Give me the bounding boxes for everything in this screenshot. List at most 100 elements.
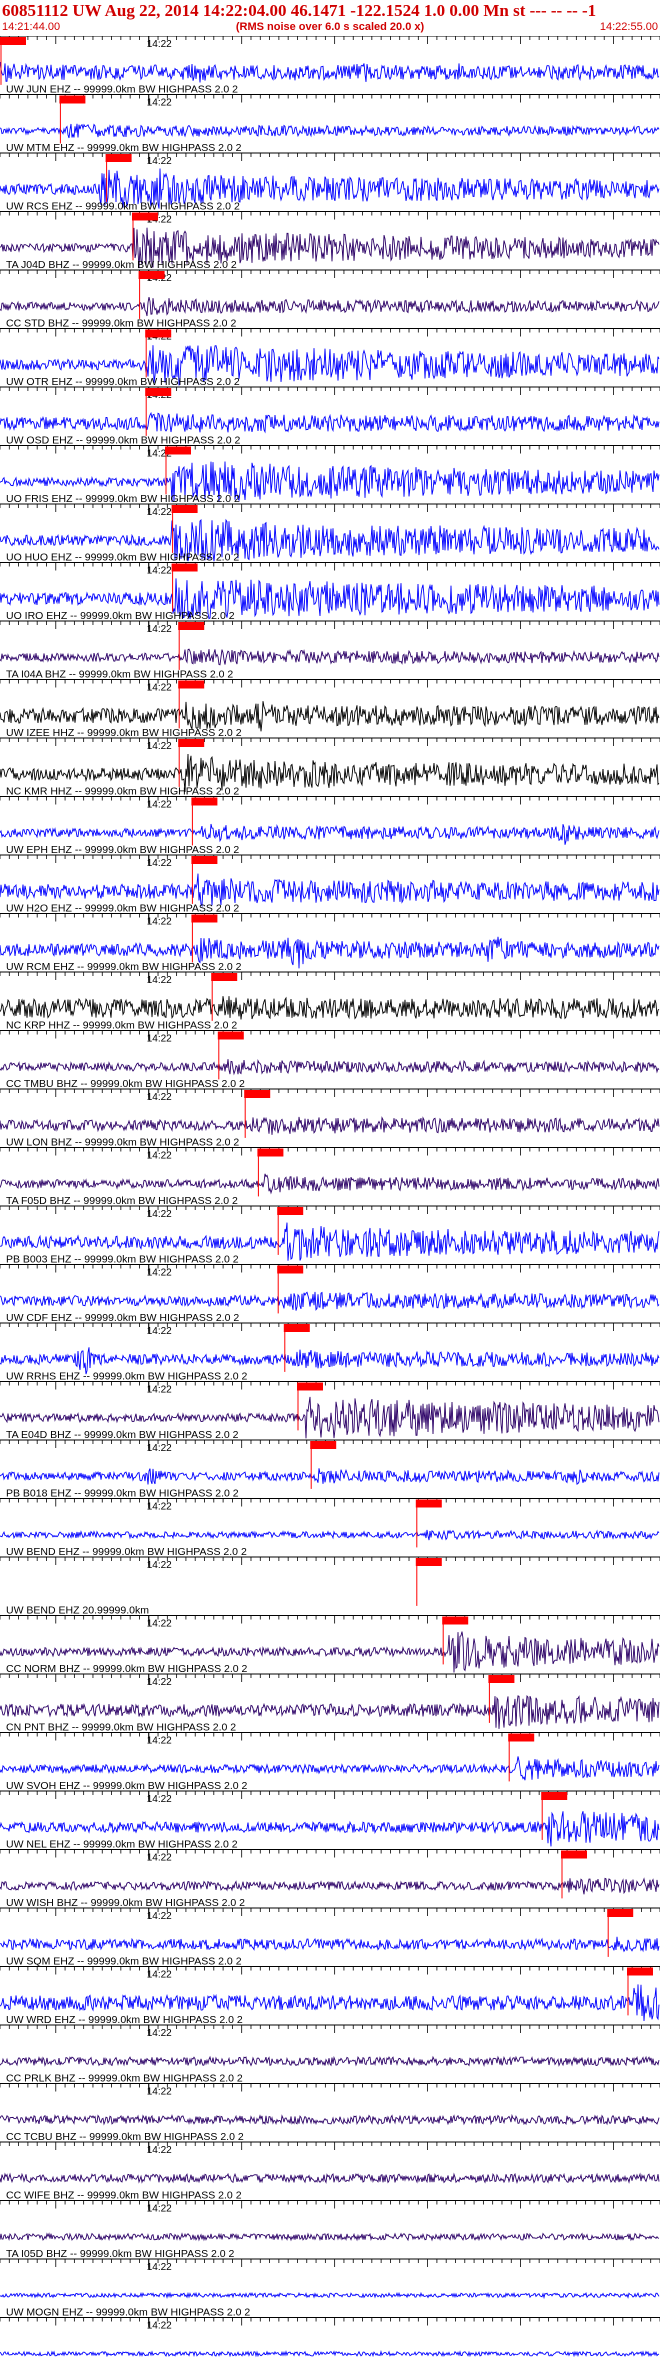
station-label: UW WRD EHZ -- 99999.0km BW HIGHPASS 2.0 … xyxy=(6,2014,243,2026)
scale-note: (RMS noise over 6.0 s scaled 20.0 x) xyxy=(235,21,425,33)
station-label: UW H2O EHZ -- 99999.0km BW HIGHPASS 2.0 … xyxy=(6,903,239,915)
station-label: PB B018 EHZ -- 99999.0km BW HIGHPASS 2.0… xyxy=(6,1488,239,1500)
pick-flag xyxy=(488,1675,515,1683)
minute-label: 14:22 xyxy=(147,1619,172,1630)
end-time: 14:22:55.00 xyxy=(599,21,658,33)
minute-label: 14:22 xyxy=(147,1970,172,1981)
waveform-trace xyxy=(0,2350,660,2358)
station-label: UW LON BHZ -- 99999.0km BW HIGHPASS 2.0 … xyxy=(6,1137,239,1149)
waveform-trace xyxy=(0,296,660,317)
minute-label: 14:22 xyxy=(147,39,172,50)
station-label: UW WISH BHZ -- 99999.0km BW HIGHPASS 2.0… xyxy=(6,1897,245,1909)
waveform-trace xyxy=(0,1116,660,1135)
pick-flag xyxy=(178,739,205,747)
station-label: CC PRLK BHZ -- 99999.0km BW HIGHPASS 2.0… xyxy=(6,2073,243,2085)
minute-label: 14:22 xyxy=(147,1209,172,1220)
pick-flag xyxy=(627,1967,653,1976)
station-label: CC WIFE BHZ -- 99999.0km BW HIGHPASS 2.0… xyxy=(6,2190,242,2202)
pick-flag xyxy=(165,446,191,455)
station-label: UW SQM EHZ -- 99999.0km BW HIGHPASS 2.0 … xyxy=(6,1956,242,1968)
pick-flag xyxy=(59,95,86,104)
minute-label: 14:22 xyxy=(147,507,172,518)
pick-flag xyxy=(257,1148,284,1157)
station-label: UW RCM EHZ -- 99999.0km BW HIGHPASS 2.0 … xyxy=(6,961,242,973)
minute-label: 14:22 xyxy=(147,2145,172,2156)
waveform-trace xyxy=(0,823,660,845)
waveform-trace xyxy=(0,2291,660,2300)
pick-flag xyxy=(171,563,198,572)
waveform-trace xyxy=(0,1468,660,1485)
pick-flag xyxy=(508,1733,535,1742)
station-label: TA J04D BHZ -- 99999.0km BW HIGHPASS 2.0… xyxy=(6,259,237,271)
waveform-trace xyxy=(0,996,660,1020)
minute-label: 14:22 xyxy=(147,1268,172,1279)
station-label: UW NEL EHZ -- 99999.0km BW HIGHPASS 2.0 … xyxy=(6,1839,238,1851)
waveform-trace xyxy=(0,1936,660,1953)
minute-label: 14:22 xyxy=(147,1677,172,1688)
pick-flag xyxy=(105,154,132,162)
waveform-trace xyxy=(0,1529,660,1541)
waveform-trace xyxy=(0,61,660,83)
minute-label: 14:22 xyxy=(147,1502,172,1513)
station-label: UW IZEE HHZ -- 99999.0km BW HIGHPASS 2.0… xyxy=(6,727,242,739)
pick-flag xyxy=(178,680,205,689)
minute-label: 14:22 xyxy=(147,2204,172,2215)
event-title: 60851112 UW Aug 22, 2014 14:22:04.00 46.… xyxy=(2,1,597,20)
pick-flag xyxy=(415,1558,442,1566)
pick-flag xyxy=(297,1382,323,1391)
waveform-trace xyxy=(0,1173,660,1195)
station-label: UW OTR EHZ -- 99999.0km BW HIGHPASS 2.0 … xyxy=(6,376,240,388)
station-label: UW MTM EHZ -- 99999.0km BW HIGHPASS 2.0 … xyxy=(6,142,242,154)
station-label: UW OSD EHZ -- 99999.0km BW HIGHPASS 2.0 … xyxy=(6,435,241,447)
minute-label: 14:22 xyxy=(147,1151,172,1162)
pick-flag xyxy=(191,914,218,923)
pick-flag xyxy=(415,1499,442,1508)
minute-label: 14:22 xyxy=(147,1385,172,1396)
minute-label: 14:22 xyxy=(147,156,172,167)
pick-flag xyxy=(211,973,238,981)
station-label: UO IRO EHZ -- 99999.0km BW HIGHPASS 2.0 … xyxy=(6,610,235,622)
minute-label: 14:22 xyxy=(147,2321,172,2332)
pick-flag xyxy=(541,1792,568,1800)
minute-label: 14:22 xyxy=(147,1092,172,1103)
station-label: UW RCS EHZ -- 99999.0km BW HIGHPASS 2.0 … xyxy=(6,201,240,213)
minute-label: 14:22 xyxy=(147,1736,172,1747)
waveform-trace xyxy=(0,1058,660,1076)
minute-label: 14:22 xyxy=(147,917,172,928)
minute-label: 14:22 xyxy=(147,98,172,109)
station-label: NC KRP HHZ -- 99999.0km BW HIGHPASS 2.0 … xyxy=(6,1020,237,1032)
pick-flag xyxy=(171,505,198,513)
minute-label: 14:22 xyxy=(147,975,172,986)
station-label: UW BEND EHZ -- 99999.0km BW HIGHPASS 2.0… xyxy=(6,1546,247,1558)
station-label: UW RRHS EHZ -- 99999.0km BW HIGHPASS 2.0… xyxy=(6,1371,248,1383)
minute-label: 14:22 xyxy=(147,1794,172,1805)
pick-flag xyxy=(310,1441,337,1449)
minute-label: 14:22 xyxy=(147,683,172,694)
waveform-trace xyxy=(0,123,660,139)
pick-flag xyxy=(145,388,172,396)
minute-label: 14:22 xyxy=(147,2262,172,2273)
minute-label: 14:22 xyxy=(147,624,172,635)
station-label: TA E04D BHZ -- 99999.0km BW HIGHPASS 2.0… xyxy=(6,1429,239,1441)
minute-label: 14:22 xyxy=(147,800,172,811)
station-label: NC KMR HHZ -- 99999.0km BW HIGHPASS 2.0 … xyxy=(6,786,239,798)
waveform-trace xyxy=(0,1291,660,1311)
pick-flag xyxy=(217,1031,244,1040)
pick-flag xyxy=(442,1616,469,1625)
pick-flag xyxy=(132,212,158,221)
pick-flag xyxy=(244,1090,271,1098)
minute-label: 14:22 xyxy=(147,858,172,869)
pick-flag xyxy=(178,622,205,630)
station-label: CC NORM BHZ -- 99999.0km BW HIGHPASS 2.0… xyxy=(6,1663,248,1675)
station-label: UW CDF EHZ -- 99999.0km BW HIGHPASS 2.0 … xyxy=(6,1312,239,1324)
minute-label: 14:22 xyxy=(147,1853,172,1864)
waveform-trace xyxy=(0,2113,660,2126)
minute-label: 14:22 xyxy=(147,1443,172,1454)
pick-flag xyxy=(138,271,165,279)
station-label: UW MOGN EHZ -- 99999.0km BW HIGHPASS 2.0… xyxy=(6,2307,250,2319)
pick-flag xyxy=(145,329,172,338)
minute-label: 14:22 xyxy=(147,1911,172,1922)
minute-label: 14:22 xyxy=(147,2028,172,2039)
plot-header: 60851112 UW Aug 22, 2014 14:22:04.00 46.… xyxy=(0,0,660,36)
station-label: UW EPH EHZ -- 99999.0km BW HIGHPASS 2.0 … xyxy=(6,844,239,856)
